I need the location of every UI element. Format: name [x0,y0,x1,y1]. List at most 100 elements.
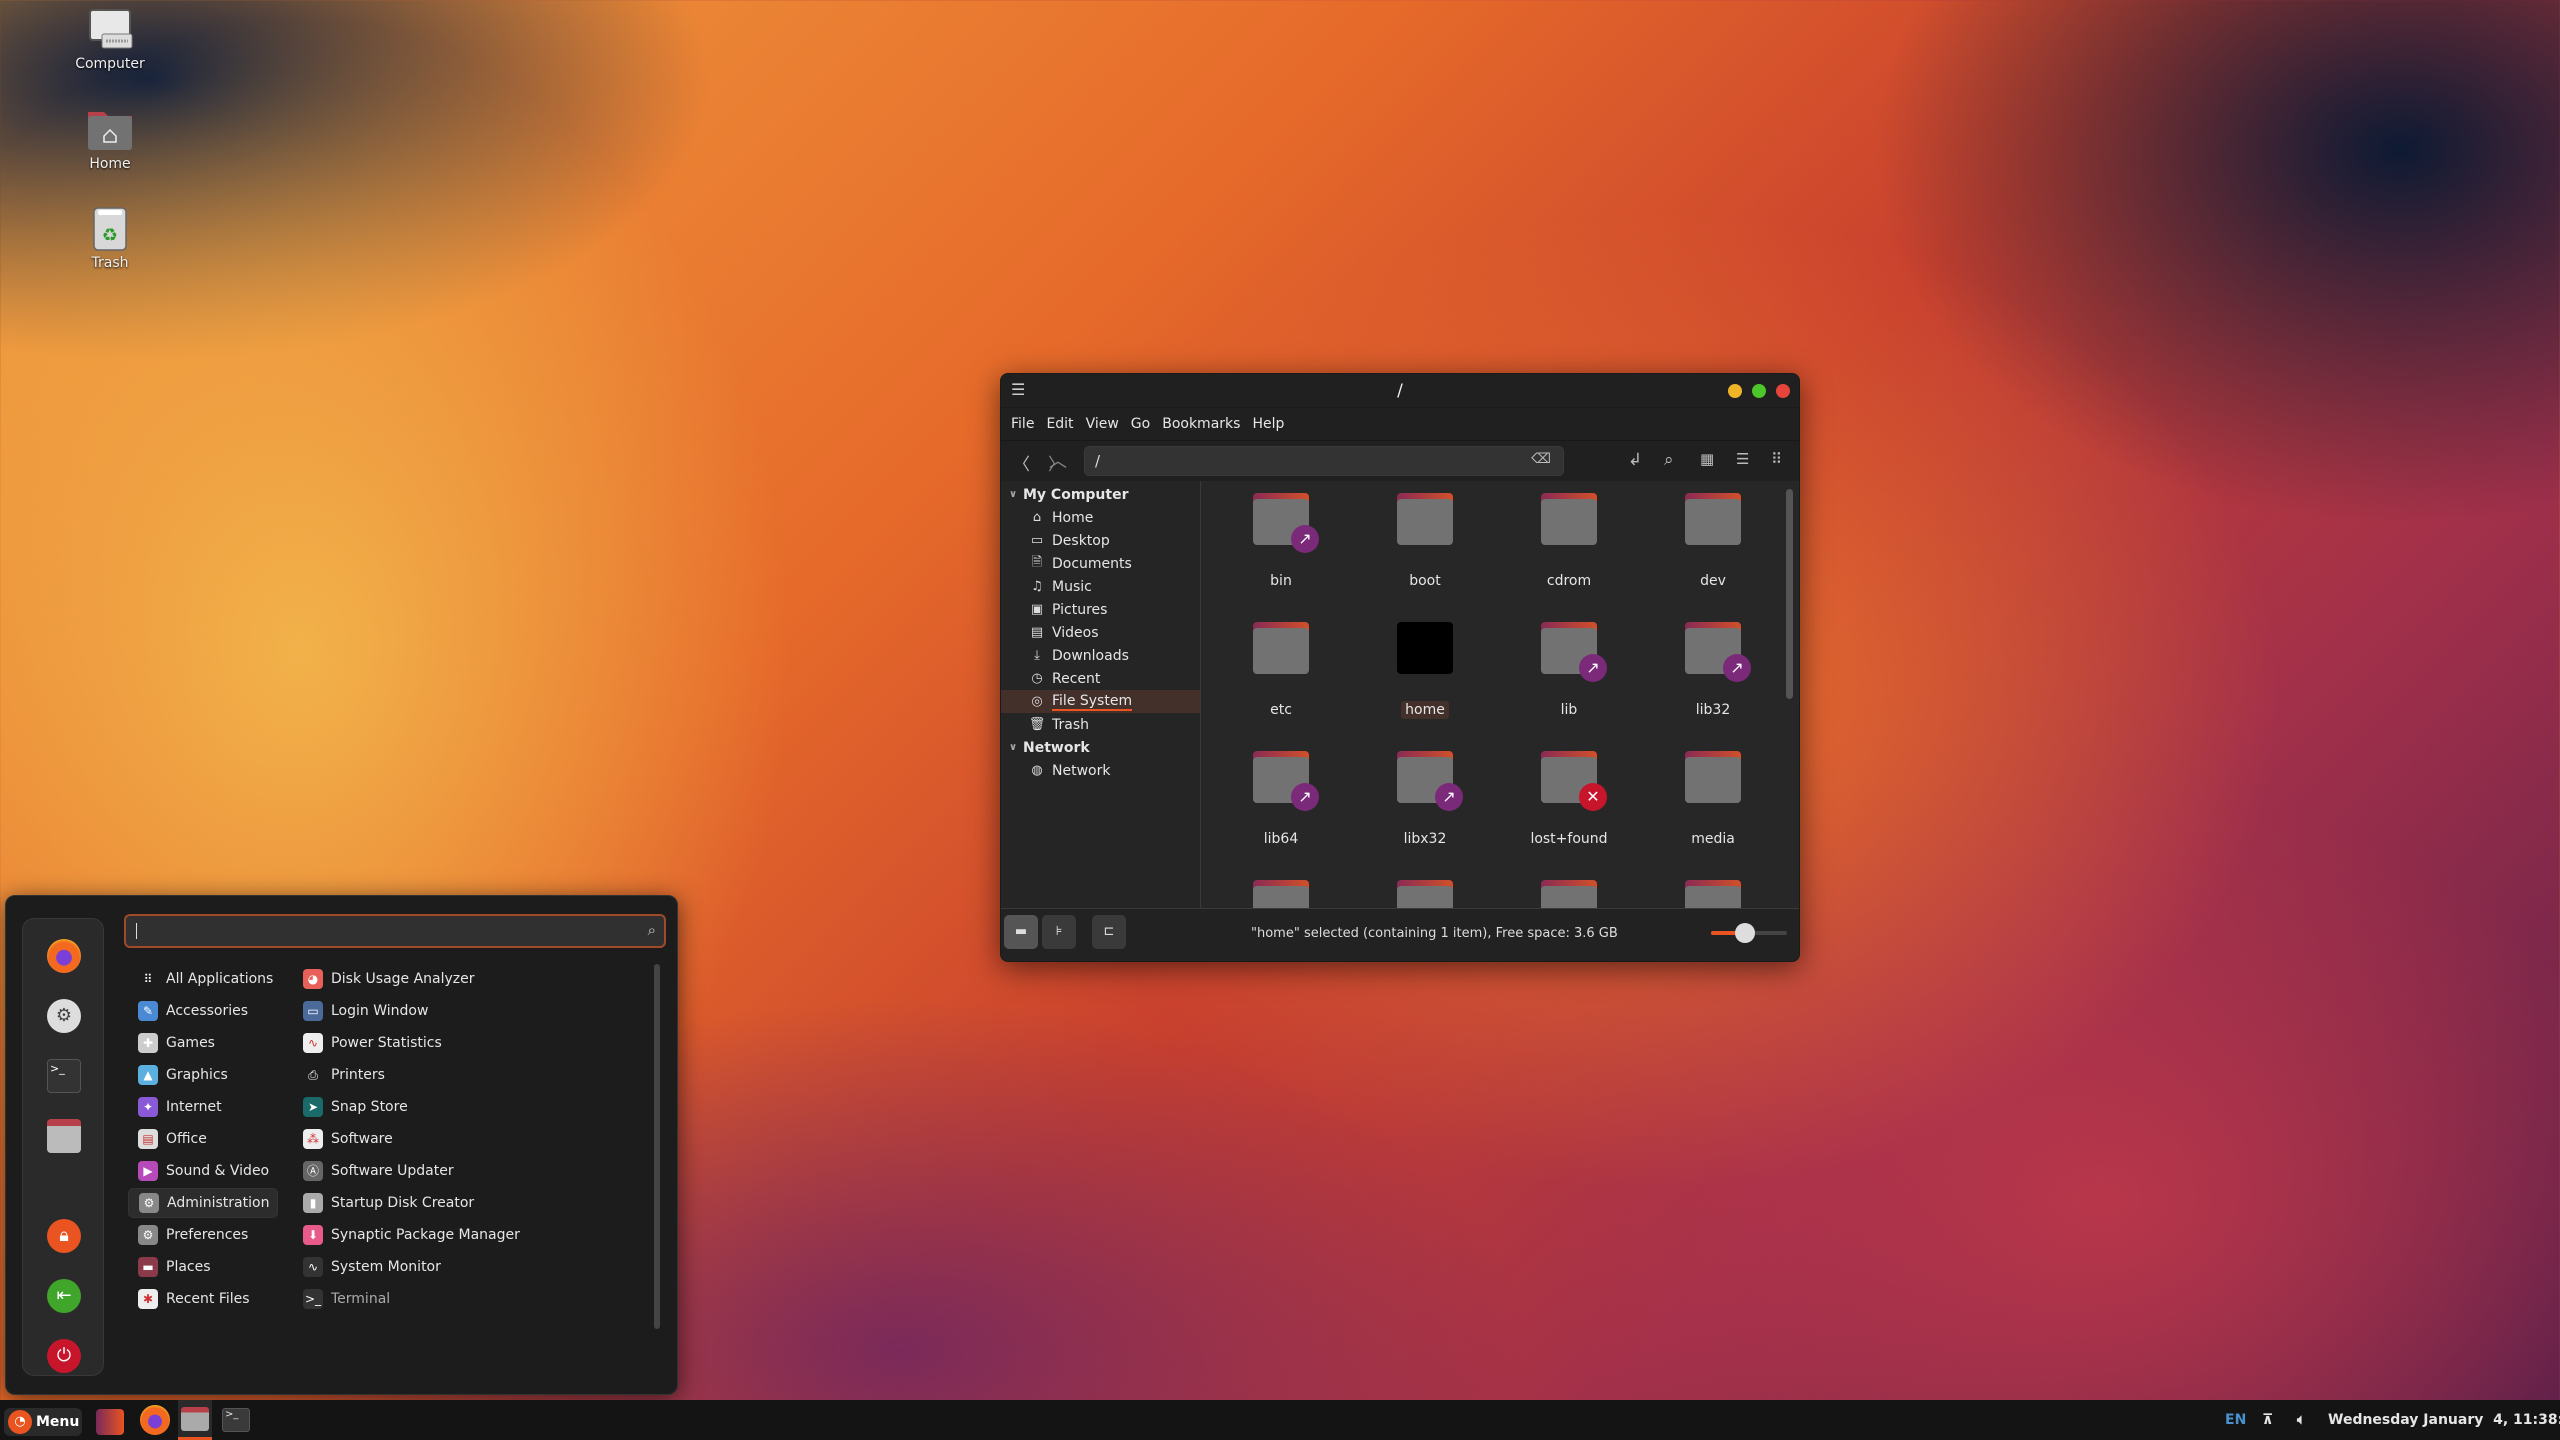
menu-file[interactable]: File [1011,416,1034,432]
menu-bookmarks[interactable]: Bookmarks [1162,416,1240,432]
menu-view[interactable]: View [1086,416,1119,432]
file-item[interactable] [1221,880,1341,910]
sidebar-item-desktop[interactable]: ▭ Desktop [1001,529,1200,552]
sidebar-item-network[interactable]: ◍ Network [1001,759,1200,782]
menu-category-graphics[interactable]: ▲ Graphics [128,1060,278,1090]
sidebar-item-documents[interactable]: 🗎 Documents [1001,552,1200,575]
tree-pane-button[interactable]: ⊧ [1042,915,1076,949]
category-label: Internet [166,1099,222,1115]
firefox-icon[interactable] [47,939,81,973]
clock[interactable]: Wednesday January 4, 11:38:51 [2328,1412,2560,1428]
search-input[interactable]: ⌕ [124,914,666,948]
desktop-icon-trash[interactable]: ♻ Trash [60,207,160,271]
files-icon[interactable] [47,1119,81,1153]
menu-app-login-window[interactable]: ▭ Login Window [303,996,428,1026]
menu-app-software-updater[interactable]: Ⓐ Software Updater [303,1156,454,1186]
sidebar-item-downloads[interactable]: ⤓ Downloads [1001,644,1200,667]
menu-scrollbar[interactable] [654,964,660,1329]
up-icon[interactable]: ︿ [1049,447,1067,473]
sidebar-section-network[interactable]: ∨ Network [1001,736,1200,759]
back-icon[interactable]: 〈 [1013,450,1030,475]
search-icon[interactable]: ⌕ [1664,450,1674,470]
desktop-icon-home[interactable]: Home [60,108,160,172]
menu-category-recent-files[interactable]: ✱ Recent Files [128,1284,278,1314]
file-item[interactable]: ↗ lib32 [1653,622,1773,719]
menu-app-disk-usage-analyzer[interactable]: ◕ Disk Usage Analyzer [303,964,475,994]
file-item[interactable]: etc [1221,622,1341,719]
menu-button[interactable]: ◔ Menu [4,1408,82,1436]
menu-category-office[interactable]: ▤ Office [128,1124,278,1154]
sidebar-item-home[interactable]: ⌂ Home [1001,506,1200,529]
desktop-icon-computer[interactable]: Computer [60,8,160,72]
zoom-slider-handle[interactable] [1735,923,1756,943]
settings-icon[interactable]: ⚙ [47,999,81,1033]
places-pane-button[interactable]: ▬ [1004,915,1038,949]
menu-category-preferences[interactable]: ⚙ Preferences [128,1220,278,1250]
sidebar-item-videos[interactable]: ▤ Videos [1001,621,1200,644]
close-button[interactable] [1776,384,1790,398]
menu-go[interactable]: Go [1131,416,1150,432]
file-item[interactable]: ↗ lib64 [1221,751,1341,848]
sidebar-item-trash[interactable]: 🗑 Trash [1001,713,1200,736]
file-item[interactable]: ↗ lib [1509,622,1629,719]
lock-icon[interactable]: 🔒︎ [47,1219,81,1253]
icon-view-icon[interactable]: ▦ [1700,450,1714,468]
list-view-icon[interactable]: ☰ [1736,450,1749,468]
menu-app-system-monitor[interactable]: ∿ System Monitor [303,1252,441,1282]
minimize-button[interactable] [1728,384,1742,398]
file-item[interactable] [1509,880,1629,910]
menu-category-places[interactable]: ▬ Places [128,1252,278,1282]
location-bar[interactable]: / ⌫ [1084,446,1564,476]
file-item[interactable]: boot [1365,493,1485,590]
files-taskbar-button[interactable] [178,1400,212,1440]
file-item[interactable]: home [1365,622,1485,719]
file-item[interactable]: ↗ bin [1221,493,1341,590]
file-item[interactable]: media [1653,751,1773,848]
keyboard-layout[interactable]: EN [2225,1412,2246,1428]
toggle-location-icon[interactable]: ↲ [1628,450,1642,470]
file-item[interactable]: ✕ [1653,880,1773,910]
file-item[interactable] [1365,880,1485,910]
title-bar[interactable]: ☰ / [1001,374,1799,408]
show-desktop-icon[interactable] [96,1409,124,1435]
menu-app-synaptic-package-manager[interactable]: ⬇ Synaptic Package Manager [303,1220,520,1250]
file-item[interactable]: ↗ libx32 [1365,751,1485,848]
network-icon[interactable]: ⊼ [2262,1412,2273,1428]
menu-app-printers[interactable]: ⎙ Printers [303,1060,385,1090]
menu-category-all-applications[interactable]: ⠿ All Applications [128,964,278,994]
menu-edit[interactable]: Edit [1046,416,1073,432]
menu-app-software[interactable]: ⁂ Software [303,1124,393,1154]
menu-app-startup-disk-creator[interactable]: ▮ Startup Disk Creator [303,1188,474,1218]
menu-help[interactable]: Help [1252,416,1284,432]
sidebar-item-pictures[interactable]: ▣ Pictures [1001,598,1200,621]
menu-app-power-statistics[interactable]: ∿ Power Statistics [303,1028,442,1058]
firefox-taskbar-icon[interactable] [140,1405,170,1435]
terminal-icon[interactable]: >_ [47,1059,81,1093]
menu-app-snap-store[interactable]: ➤ Snap Store [303,1092,408,1122]
sidebar-item-recent[interactable]: ◷ Recent [1001,667,1200,690]
sidebar-item-file-system[interactable]: ◎ File System [1001,690,1200,713]
menu-app-terminal[interactable]: >_ Terminal [303,1284,390,1314]
menu-category-sound-video[interactable]: ▶ Sound & Video [128,1156,278,1186]
terminal-taskbar-icon[interactable]: >_ [222,1408,250,1432]
vertical-scrollbar[interactable] [1786,489,1793,699]
menu-category-games[interactable]: ✚ Games [128,1028,278,1058]
clear-location-icon[interactable]: ⌫ [1531,451,1551,467]
logout-icon[interactable]: ⇤ [47,1279,81,1313]
recent-icon: ◷ [1031,671,1043,686]
power-icon[interactable]: ⏻ [47,1339,81,1373]
menu-category-internet[interactable]: ✦ Internet [128,1092,278,1122]
zoom-slider[interactable] [1711,923,1787,943]
volume-icon[interactable]: 🔈︎ [2297,1412,2305,1428]
file-item[interactable]: ✕ lost+found [1509,751,1629,848]
maximize-button[interactable] [1752,384,1766,398]
menu-category-administration[interactable]: ⚙ Administration [128,1188,278,1218]
compact-view-icon[interactable]: ⠿ [1771,450,1782,468]
ubuntu-logo-icon: ◔ [8,1410,32,1434]
file-item[interactable]: dev [1653,493,1773,590]
menu-category-accessories[interactable]: ✎ Accessories [128,996,278,1026]
file-item[interactable]: cdrom [1509,493,1629,590]
sidebar-section-my-computer[interactable]: ∨ My Computer [1001,483,1200,506]
hide-sidebar-button[interactable]: ⊏ [1092,915,1126,949]
sidebar-item-music[interactable]: ♫ Music [1001,575,1200,598]
